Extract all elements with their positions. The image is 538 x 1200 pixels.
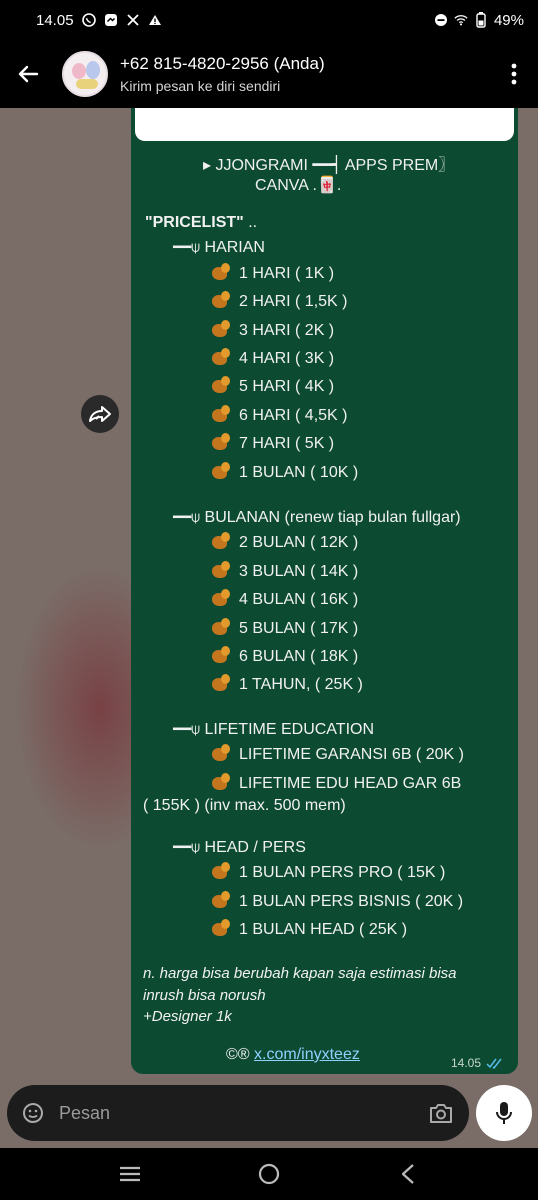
status-bar: 14.05 49% (0, 0, 538, 40)
price-item: 5 HARI ( 4K ) (211, 376, 334, 396)
contact-name: +62 815-4820-2956 (Anda) (120, 54, 325, 73)
mic-icon (496, 1102, 512, 1124)
message-header-line1: ▸ JJONGRAMI ━━┥ APPS PREM〗 (203, 157, 455, 174)
dnd-icon (434, 13, 448, 27)
squirrel-icon (211, 433, 231, 451)
squirrel-icon (211, 674, 231, 692)
media-preview[interactable] (135, 108, 514, 141)
message-input[interactable] (59, 1102, 389, 1124)
squirrel-icon (211, 919, 231, 937)
system-nav-bar (0, 1148, 538, 1200)
more-vert-icon (511, 63, 517, 85)
price-item: 1 BULAN PERS BISNIS ( 20K ) (211, 891, 463, 911)
section-title-lifetime: ━━⍦ LIFETIME EDUCATION (173, 721, 375, 738)
whatsapp-icon (81, 13, 96, 27)
price-item: LIFETIME EDU HEAD GAR 6B (211, 773, 461, 793)
battery-icon (474, 12, 488, 28)
forward-button[interactable] (81, 395, 119, 433)
x-icon (126, 13, 140, 27)
back-icon (402, 1164, 415, 1184)
message-footer: ©® x.com/inyxteez (226, 1046, 360, 1064)
alert-icon (148, 13, 162, 27)
copyright-mark: ©® (226, 1046, 250, 1063)
home-button[interactable] (239, 1148, 299, 1200)
squirrel-icon (211, 405, 231, 423)
price-item: 4 BULAN ( 16K ) (211, 589, 358, 609)
home-icon (258, 1163, 280, 1185)
squirrel-icon (211, 618, 231, 636)
forward-icon (89, 406, 111, 422)
camera-icon (430, 1104, 452, 1123)
price-item: 4 HARI ( 3K ) (211, 348, 334, 368)
price-item: 1 TAHUN, ( 25K ) (211, 674, 363, 694)
message-meta: 14.05 (451, 1056, 504, 1070)
price-item: LIFETIME GARANSI 6B ( 20K ) (211, 744, 464, 764)
sticker-icon (22, 1103, 43, 1124)
note-line: inrush bisa norush (143, 987, 266, 1004)
price-item: 7 HARI ( 5K ) (211, 433, 334, 453)
battery-percent: 49% (493, 11, 524, 29)
section-title-bulanan: ━━⍦ BULANAN (renew tiap bulan fullgar) (173, 509, 461, 526)
recent-apps-button[interactable] (100, 1148, 160, 1200)
section-title-head-pers: ━━⍦ HEAD / PERS (173, 839, 306, 856)
message-input-container[interactable] (7, 1085, 469, 1141)
note-line: +Designer 1k (143, 1008, 232, 1025)
squirrel-icon (211, 263, 231, 281)
squirrel-icon (211, 646, 231, 664)
nav-back-button[interactable] (378, 1148, 438, 1200)
contact-subtitle: Kirim pesan ke diri sendiri (120, 78, 281, 94)
contact-info[interactable]: +62 815-4820-2956 (Anda) Kirim pesan ke … (120, 54, 325, 94)
pricelist-title: "PRICELIST" .. (145, 214, 258, 231)
mic-button[interactable] (476, 1085, 532, 1141)
menu-icon (119, 1166, 140, 1182)
section-title-harian: ━━⍦ HARIAN (173, 239, 265, 256)
composer (0, 1080, 538, 1148)
squirrel-icon (211, 320, 231, 338)
more-options-button[interactable] (490, 40, 538, 108)
price-item: 1 BULAN PERS PRO ( 15K ) (211, 862, 445, 882)
message-timestamp: 14.05 (450, 1056, 481, 1070)
squirrel-icon (211, 773, 231, 791)
price-item: 1 HARI ( 1K ) (211, 263, 334, 283)
message-header-line2: CANVA .🀄. (255, 177, 342, 194)
price-item: 6 BULAN ( 18K ) (211, 646, 358, 666)
chat-header: +62 815-4820-2956 (Anda) Kirim pesan ke … (0, 40, 538, 108)
profile-link[interactable]: x.com/inyxteez (254, 1046, 360, 1063)
squirrel-icon (211, 744, 231, 762)
chat-area[interactable]: ▸ JJONGRAMI ━━┥ APPS PREM〗 CANVA .🀄. "PR… (0, 108, 538, 1148)
price-item: 1 BULAN HEAD ( 25K ) (211, 919, 407, 939)
price-item: 1 BULAN ( 10K ) (211, 462, 358, 482)
price-item: 3 BULAN ( 14K ) (211, 561, 358, 581)
double-check-icon (486, 1058, 502, 1069)
price-item: 3 HARI ( 2K ) (211, 320, 334, 340)
price-item: 2 BULAN ( 12K ) (211, 532, 358, 552)
squirrel-icon (211, 376, 231, 394)
note-line: n. harga bisa berubah kapan saja estimas… (143, 965, 457, 982)
squirrel-icon (211, 291, 231, 309)
squirrel-icon (211, 891, 231, 909)
price-item: 2 HARI ( 1,5K ) (211, 291, 347, 311)
price-item: 6 HARI ( 4,5K ) (211, 405, 347, 425)
status-time: 14.05 (36, 11, 74, 29)
messenger-icon (104, 13, 118, 27)
squirrel-icon (211, 462, 231, 480)
sticker-button[interactable] (7, 1085, 59, 1141)
price-item-continuation: ( 155K ) (inv max. 500 mem) (143, 797, 346, 814)
squirrel-icon (211, 862, 231, 880)
price-item: 5 BULAN ( 17K ) (211, 618, 358, 638)
camera-button[interactable] (413, 1085, 469, 1141)
avatar[interactable] (62, 51, 108, 97)
back-button[interactable] (0, 40, 56, 108)
squirrel-icon (211, 348, 231, 366)
squirrel-icon (211, 589, 231, 607)
squirrel-icon (211, 532, 231, 550)
back-arrow-icon (18, 65, 39, 83)
wifi-icon (454, 13, 468, 27)
squirrel-icon (211, 561, 231, 579)
message-bubble[interactable]: ▸ JJONGRAMI ━━┥ APPS PREM〗 CANVA .🀄. "PR… (131, 108, 518, 1074)
